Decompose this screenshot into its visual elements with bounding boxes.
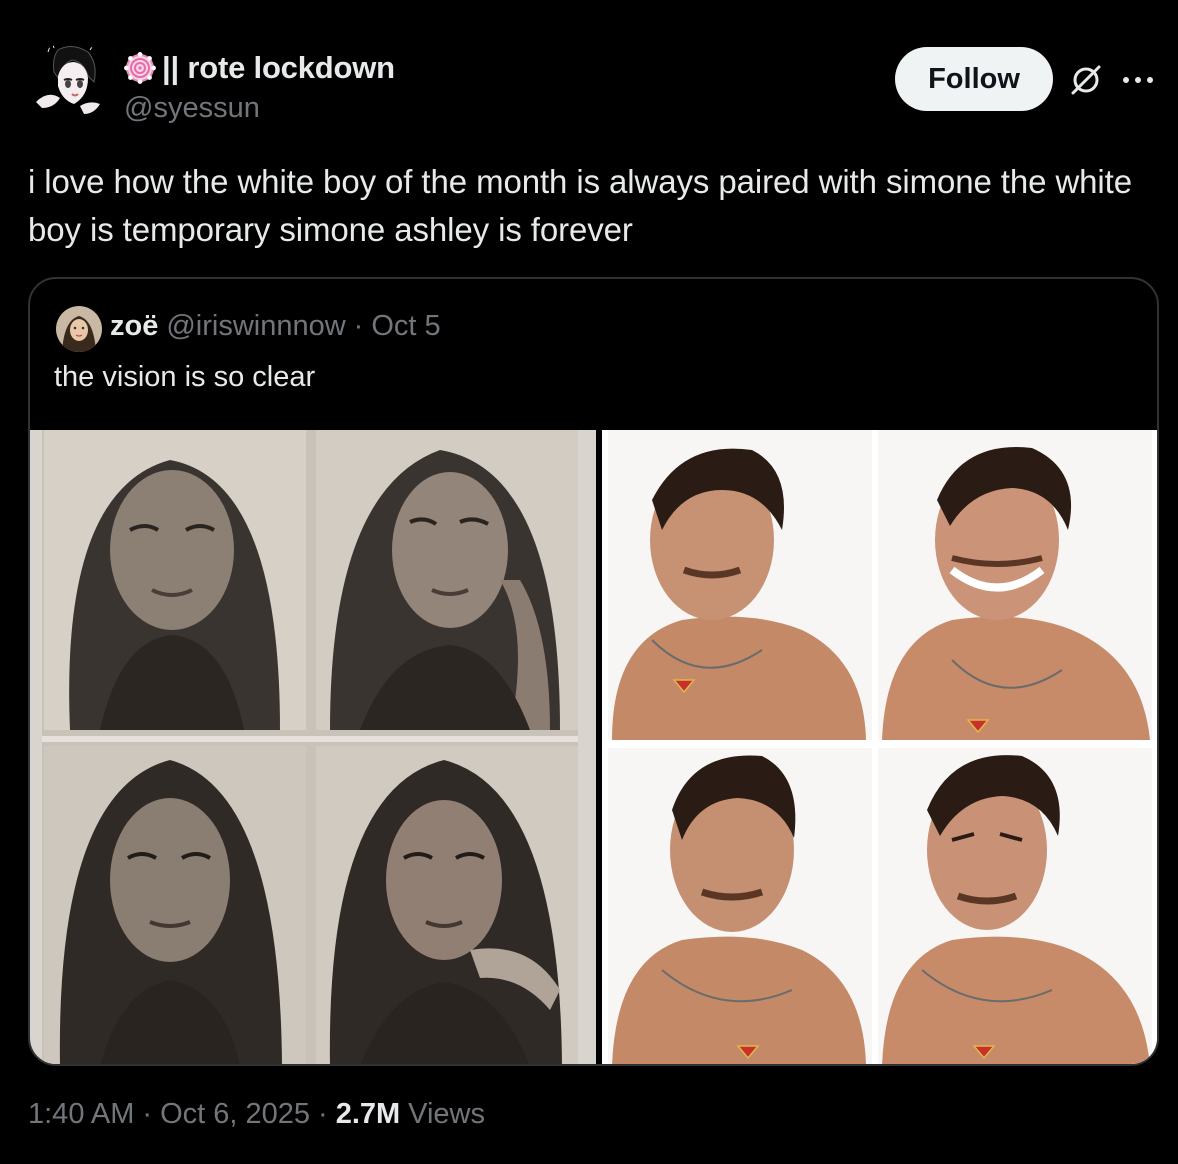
quote-author-avatar[interactable] <box>56 306 102 352</box>
author-avatar[interactable] <box>28 42 114 128</box>
author-handle[interactable]: @syessun <box>124 92 260 125</box>
photo-grid-left[interactable] <box>30 430 596 1064</box>
quoted-tweet[interactable]: zoë @iriswinnnow · Oct 5 the vision is s… <box>28 277 1159 1066</box>
footer-separator: · <box>142 1098 153 1130</box>
follow-button[interactable]: Follow <box>895 47 1053 111</box>
views-label: Views <box>408 1098 486 1130</box>
tweet-post: || rote lockdown @syessun Follow i love … <box>0 0 1178 1164</box>
quote-text: the vision is so clear <box>54 361 316 393</box>
quote-handle[interactable]: @iriswinnnow <box>166 310 345 343</box>
quote-date[interactable]: Oct 5 <box>371 310 440 343</box>
tweet-text: i love how the white boy of the month is… <box>28 163 1132 248</box>
grok-icon[interactable] <box>1066 60 1106 100</box>
footer-separator: · <box>318 1098 328 1130</box>
quote-display-name[interactable]: zoë <box>110 310 158 343</box>
swirl-lollipop-icon <box>123 51 156 84</box>
author-display-name[interactable]: || rote lockdown <box>162 50 395 86</box>
photo-grid-right[interactable] <box>602 430 1157 1064</box>
post-time[interactable]: 1:40 AM <box>28 1098 134 1131</box>
views-count: 2.7M <box>335 1098 401 1130</box>
post-footer: 1:40 AM · Oct 6, 2025 · 2.7M Views <box>28 1098 485 1131</box>
post-date[interactable]: Oct 6, 2025 <box>160 1098 310 1131</box>
author-name-row[interactable]: || rote lockdown <box>123 50 395 86</box>
more-icon[interactable] <box>1118 62 1158 98</box>
quote-meta: zoë @iriswinnnow · Oct 5 <box>110 310 441 343</box>
quote-media[interactable] <box>30 430 1157 1064</box>
quote-separator: · <box>353 310 364 342</box>
